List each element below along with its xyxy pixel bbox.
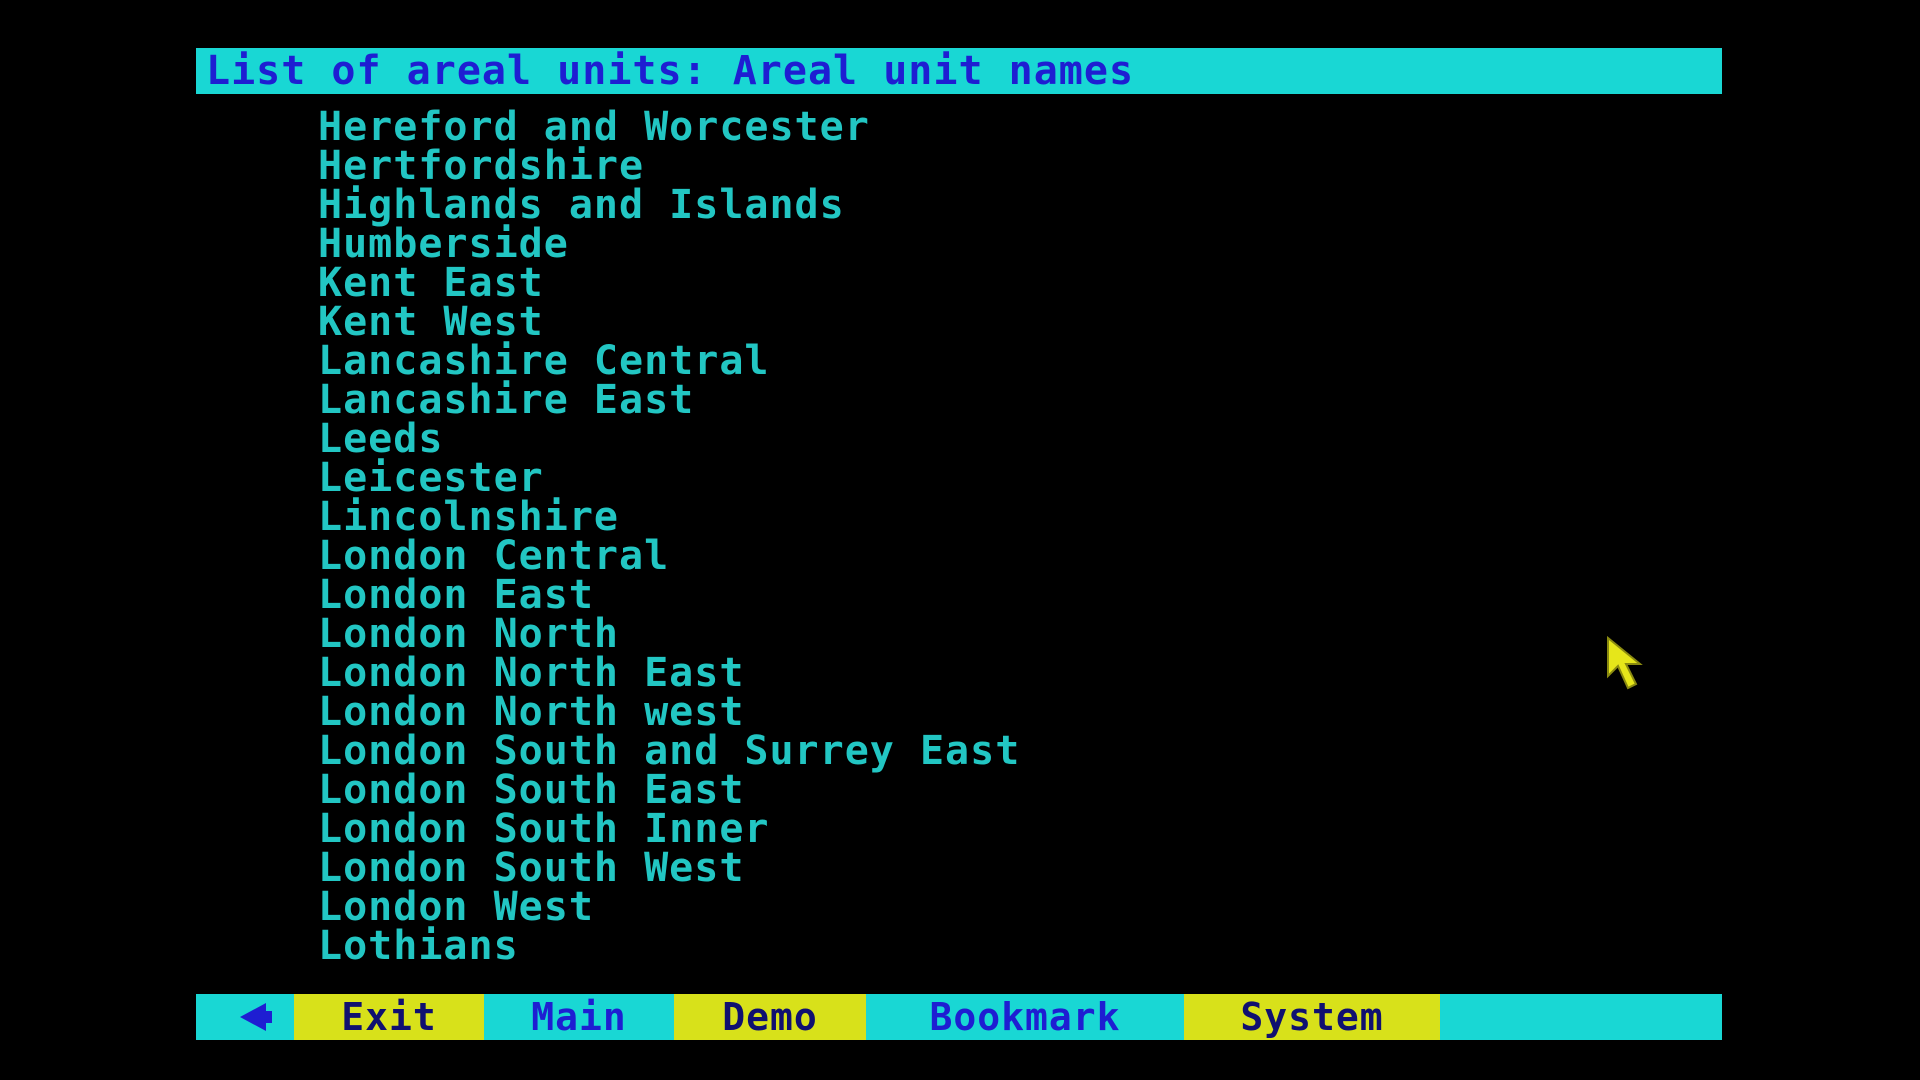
list-item[interactable]: Lancashire East — [318, 380, 1020, 420]
list-item[interactable]: London South and Surrey East — [318, 731, 1020, 771]
list-item[interactable]: Highlands and Islands — [318, 185, 1020, 225]
list-item[interactable]: Kent East — [318, 263, 1020, 303]
list-item[interactable]: Lancashire Central — [318, 341, 1020, 381]
left-arrow-icon — [240, 1003, 272, 1031]
page-title: List of areal units: Areal unit names — [196, 48, 1722, 94]
back-button[interactable] — [196, 994, 294, 1040]
list-item[interactable]: Hereford and Worcester — [318, 107, 1020, 147]
bookmark-button[interactable]: Bookmark — [866, 994, 1184, 1040]
areal-unit-list: Hereford and Worcester Hertfordshire Hig… — [318, 107, 1020, 966]
list-item[interactable]: Lincolnshire — [318, 497, 1020, 537]
list-item[interactable]: Kent West — [318, 302, 1020, 342]
menu-bar-filler — [1440, 994, 1722, 1040]
list-item[interactable]: Hertfordshire — [318, 146, 1020, 186]
list-item[interactable]: Lothians — [318, 926, 1020, 966]
list-item[interactable]: Leeds — [318, 419, 1020, 459]
exit-button[interactable]: Exit — [294, 994, 484, 1040]
list-item[interactable]: Leicester — [318, 458, 1020, 498]
screen: List of areal units: Areal unit names He… — [0, 0, 1920, 1080]
list-item[interactable]: London Central — [318, 536, 1020, 576]
system-button[interactable]: System — [1184, 994, 1440, 1040]
menu-bar: Exit Main Demo Bookmark System — [196, 994, 1722, 1040]
list-item[interactable]: London East — [318, 575, 1020, 615]
list-item[interactable]: London South West — [318, 848, 1020, 888]
list-item[interactable]: London North East — [318, 653, 1020, 693]
list-item[interactable]: London West — [318, 887, 1020, 927]
list-item[interactable]: London North — [318, 614, 1020, 654]
list-item[interactable]: London North west — [318, 692, 1020, 732]
list-item[interactable]: London South East — [318, 770, 1020, 810]
list-item[interactable]: London South Inner — [318, 809, 1020, 849]
main-button[interactable]: Main — [484, 994, 674, 1040]
list-item[interactable]: Humberside — [318, 224, 1020, 264]
mouse-pointer-icon — [1607, 636, 1643, 690]
demo-button[interactable]: Demo — [674, 994, 866, 1040]
